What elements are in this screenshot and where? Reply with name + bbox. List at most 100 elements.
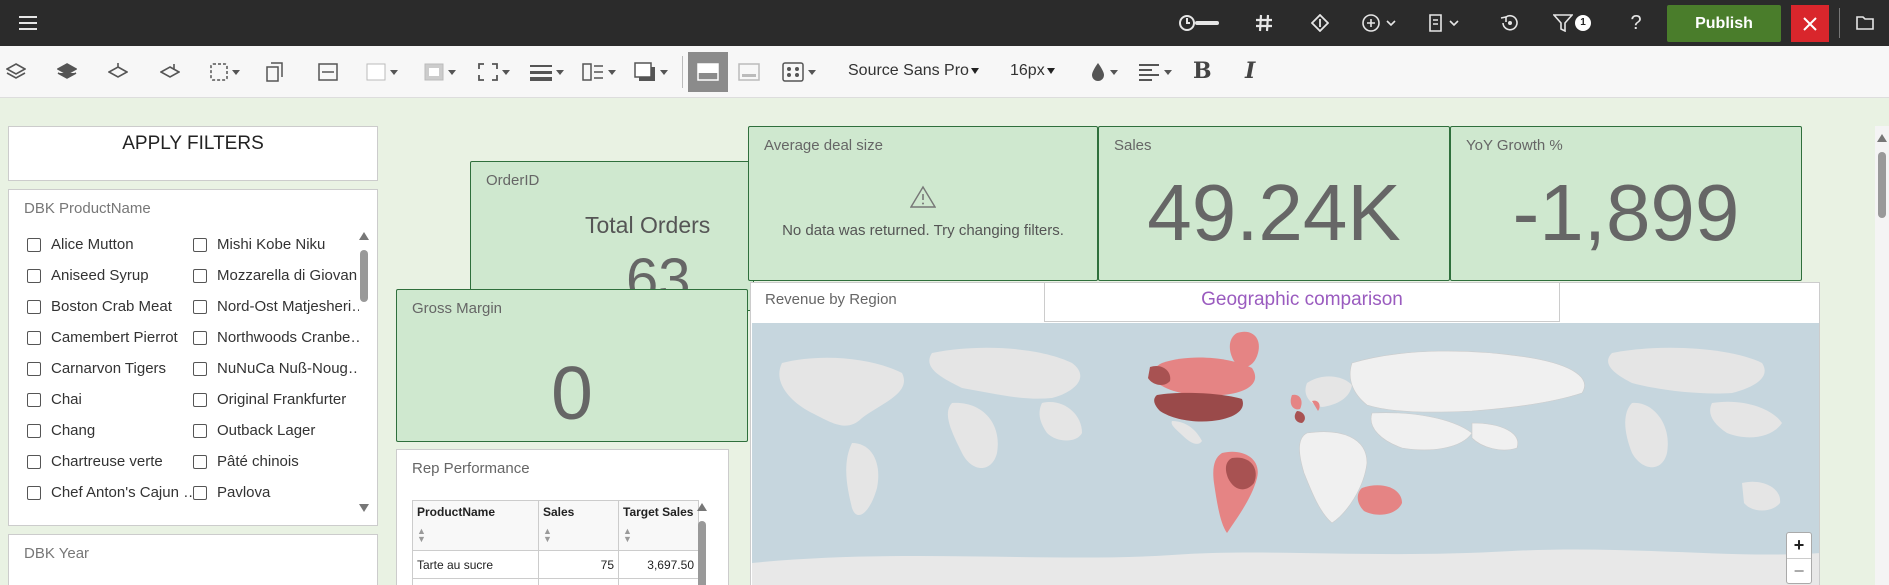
text-align-icon[interactable] [1138,59,1172,85]
page-scrollbar[interactable] [1875,126,1889,585]
checkbox-icon[interactable] [27,268,41,283]
font-family-select[interactable]: Source Sans Pro [848,62,979,80]
checkbox-icon[interactable] [27,330,41,345]
table-row[interactable] [412,578,699,585]
grid-hash-icon[interactable] [1250,0,1278,46]
bring-forward-icon[interactable] [57,59,77,85]
layers-icon[interactable] [6,59,26,85]
border-color-picker[interactable] [424,59,456,85]
divider-icon[interactable] [318,59,338,85]
help-icon[interactable]: ? [1622,0,1650,46]
column-header-sales[interactable]: Sales ▲ ▼ [538,500,619,551]
font-size-select[interactable]: 16px [1010,62,1055,80]
product-checkbox[interactable]: Alice Mutton [27,236,193,253]
product-checkbox-label: Mishi Kobe Niku [217,236,326,253]
checkbox-icon[interactable] [27,423,41,438]
product-checkbox[interactable]: Outback Lager [193,422,359,439]
scroll-up-icon[interactable] [697,503,707,511]
checkbox-icon[interactable] [193,454,207,469]
sort-icon[interactable]: ▲ ▼ [623,527,694,544]
product-checkbox[interactable]: Chartreuse verte [27,453,193,470]
duplicate-icon[interactable] [266,59,284,85]
checkbox-icon[interactable] [27,299,41,314]
product-checkbox[interactable]: Mozzarella di Giovan [193,267,359,284]
scroll-up-icon[interactable] [359,232,369,240]
apply-filters-button[interactable]: APPLY FILTERS [8,126,378,181]
checkbox-icon[interactable] [27,237,41,252]
rep-performance-tile[interactable]: Rep Performance ProductName ▲ ▼ Sales ▲ ▼ Ta… [396,449,729,585]
product-checkbox[interactable]: Boston Crab Meat [27,298,193,315]
history-icon[interactable] [1496,0,1524,46]
columns-icon[interactable] [582,59,616,85]
text-color-icon[interactable] [1090,59,1118,85]
diamond-icon[interactable] [1306,0,1334,46]
shadow-icon[interactable] [634,59,668,85]
kpi-avg-deal-tile[interactable]: Average deal size No data was returned. … [748,126,1098,281]
checkbox-icon[interactable] [193,485,207,500]
kpi-yoy-tile[interactable]: YoY Growth % -1,899 [1450,126,1802,281]
checkbox-icon[interactable] [27,392,41,407]
checkbox-icon[interactable] [193,361,207,376]
product-checkbox[interactable]: NuNuCa Nuß-Noug… [193,360,359,377]
send-backward-icon[interactable] [160,59,180,85]
layout-top-button[interactable] [688,52,728,92]
checkbox-icon[interactable] [193,392,207,407]
layout-bottom-button[interactable] [738,59,760,85]
checkbox-icon[interactable] [193,330,207,345]
fill-color-picker[interactable] [366,59,398,85]
add-widget-icon[interactable] [1360,0,1402,46]
checkbox-icon[interactable] [193,237,207,252]
align-grid-icon[interactable] [782,59,816,85]
hamburger-icon[interactable] [14,0,42,46]
kpi-gross-margin-tile[interactable]: Gross Margin 0 [396,289,748,442]
zoom-in-button[interactable]: + [1787,533,1811,558]
line-weight-icon[interactable] [530,59,564,85]
scroll-thumb[interactable] [360,250,368,302]
world-map[interactable] [752,323,1819,585]
product-checkbox[interactable]: Camembert Pierrot [27,329,193,346]
italic-button[interactable]: I [1245,58,1255,84]
zoom-out-button[interactable]: − [1787,558,1811,583]
folder-icon[interactable] [1852,0,1880,46]
checkbox-icon[interactable] [193,268,207,283]
scroll-thumb[interactable] [1878,152,1886,218]
scroll-thumb[interactable] [698,521,706,585]
revenue-map-tile[interactable]: Revenue by Region [750,282,1820,585]
checkbox-icon[interactable] [27,454,41,469]
checkbox-icon[interactable] [193,423,207,438]
product-checkbox[interactable]: Chai [27,391,193,408]
toggle-icon[interactable] [1178,0,1222,46]
product-checkbox[interactable]: Carnarvon Tigers [27,360,193,377]
publish-button[interactable]: Publish [1667,5,1781,42]
product-checkbox[interactable]: Chef Anton's Cajun … [27,484,193,501]
close-button[interactable] [1791,5,1829,42]
product-checkbox[interactable]: Northwoods Cranbe… [193,329,359,346]
checkbox-icon[interactable] [193,299,207,314]
column-header-productname[interactable]: ProductName ▲ ▼ [412,500,539,551]
product-checkbox[interactable]: Chang [27,422,193,439]
product-checkbox[interactable]: Nord-Ost Matjesheri… [193,298,359,315]
filter-icon[interactable]: 1 [1550,0,1594,46]
rep-table-scrollbar[interactable] [697,503,707,585]
border-style-icon[interactable] [478,59,510,85]
product-list-scrollbar[interactable] [359,232,369,512]
checkbox-icon[interactable] [27,485,41,500]
checkbox-icon[interactable] [27,361,41,376]
scroll-up-icon[interactable] [1877,134,1887,142]
bold-button[interactable]: B [1193,58,1212,84]
kpi-sales-tile[interactable]: Sales 49.24K [1098,126,1450,281]
product-checkbox-label: Camembert Pierrot [51,329,178,346]
page-icon[interactable] [1426,0,1466,46]
column-header-target-sales[interactable]: Target Sales ▲ ▼ [618,500,699,551]
product-checkbox[interactable]: Pâté chinois [193,453,359,470]
sort-icon[interactable]: ▲ ▼ [417,527,534,544]
product-checkbox[interactable]: Aniseed Syrup [27,267,193,284]
product-checkbox[interactable]: Original Frankfurter [193,391,359,408]
table-row[interactable]: Tarte au sucre 75 3,697.50 [412,550,699,579]
scroll-down-icon[interactable] [359,504,369,512]
snap-icon[interactable] [210,59,240,85]
bring-to-front-icon[interactable] [108,59,128,85]
sort-icon[interactable]: ▲ ▼ [543,527,614,544]
product-checkbox[interactable]: Pavlova [193,484,359,501]
product-checkbox[interactable]: Mishi Kobe Niku [193,236,359,253]
